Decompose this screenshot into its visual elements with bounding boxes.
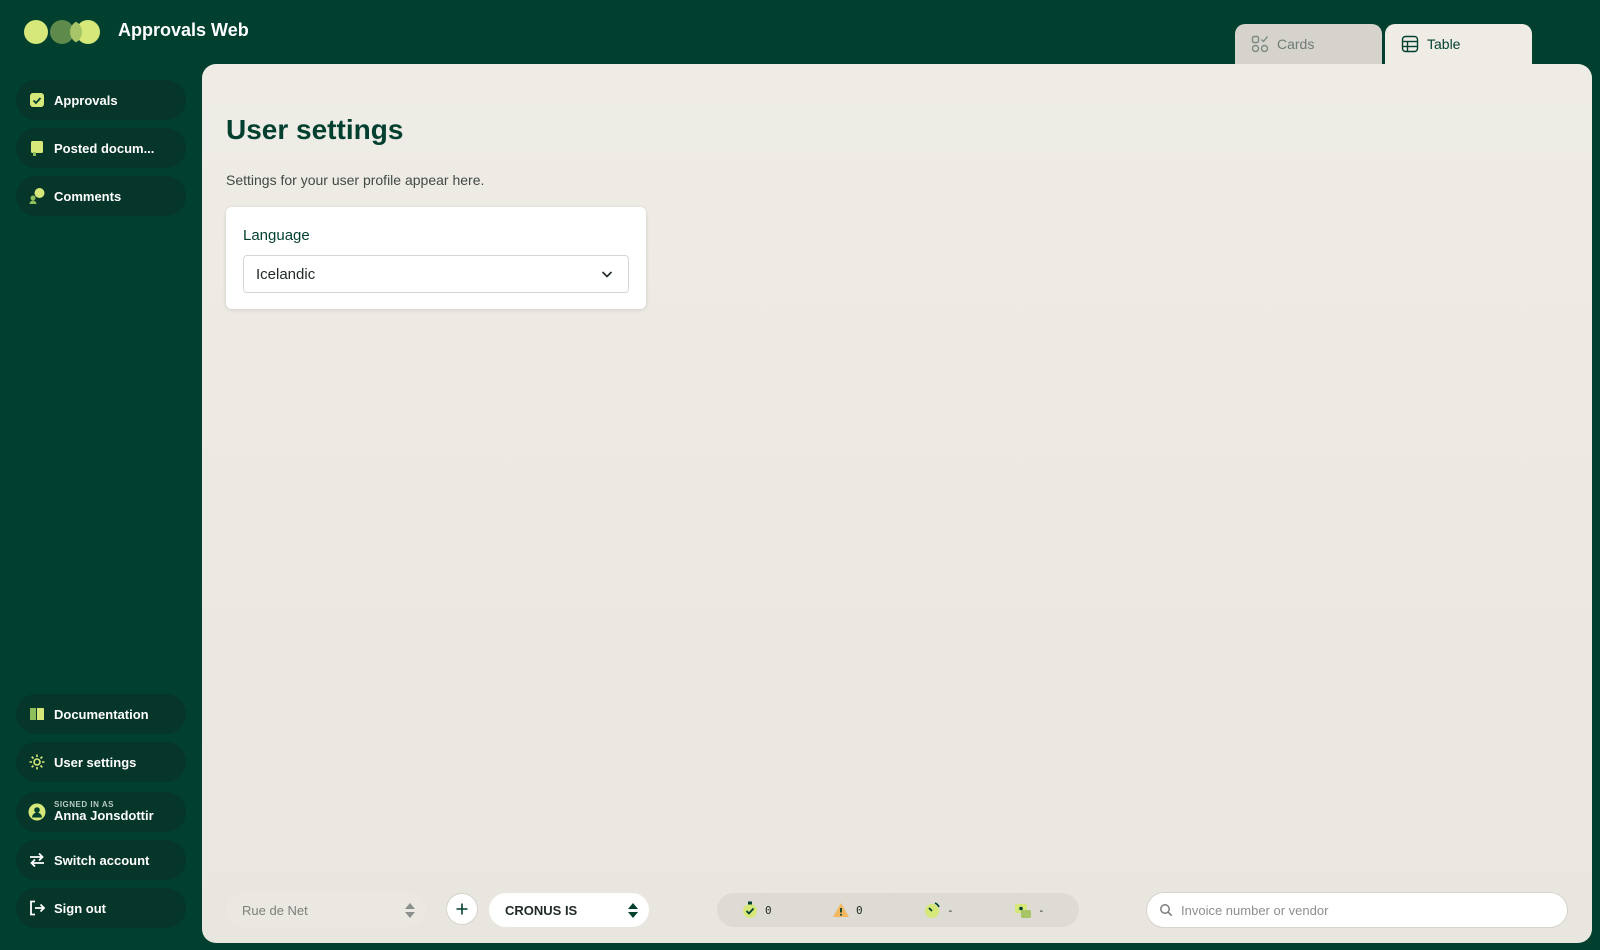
language-label: Language	[243, 227, 310, 244]
comments-icon	[28, 187, 46, 205]
warning-icon	[833, 903, 849, 917]
page-subtitle: Settings for your user profile appear he…	[226, 172, 485, 188]
sidebar-item-sign-out[interactable]: Sign out	[16, 888, 186, 928]
page-title: User settings	[226, 114, 404, 145]
sidebar-item-label: Switch account	[54, 852, 150, 868]
gear-icon	[28, 753, 46, 771]
clock-icon	[925, 902, 940, 918]
company-select-value: CRONUS IS	[505, 902, 578, 918]
sidebar-item-label: Comments	[54, 188, 122, 204]
tab-cards-label: Cards	[1277, 36, 1315, 52]
sidebar-item-user-settings[interactable]: User settings	[16, 742, 186, 782]
signed-in-name: Anna Jonsdottir	[54, 808, 154, 824]
language-selected-value: Icelandic	[256, 265, 316, 283]
add-button[interactable]	[446, 893, 478, 925]
status-warning[interactable]: 0	[832, 901, 863, 919]
user-avatar-icon	[28, 803, 46, 821]
tab-table[interactable]: Table	[1385, 24, 1532, 64]
switch-arrows-icon	[28, 851, 46, 869]
up-down-arrows-icon	[405, 903, 415, 918]
status-approved[interactable]: 0	[741, 901, 772, 919]
sidebar-item-label: Posted docum...	[54, 140, 155, 156]
view-toggle: Cards Table	[1235, 24, 1532, 64]
sidebar-item-label: Approvals	[54, 92, 118, 108]
sidebar-item-approvals[interactable]: Approvals	[16, 80, 186, 120]
app-logo	[24, 18, 104, 46]
signed-in-box: SIGNED IN AS Anna Jonsdottir	[54, 800, 154, 824]
language-settings-card: Language Icelandic	[226, 207, 646, 309]
table-icon	[1401, 35, 1419, 53]
signed-in-user[interactable]: SIGNED IN AS Anna Jonsdottir	[16, 792, 186, 832]
cards-icon	[1251, 35, 1269, 53]
approval-check-icon	[28, 91, 46, 109]
main-panel: User settings Settings for your user pro…	[202, 64, 1592, 943]
sidebar-item-label: Sign out	[54, 900, 106, 916]
sidebar-item-switch-account[interactable]: Switch account	[16, 840, 186, 880]
sidebar-item-label: Documentation	[54, 706, 149, 722]
tab-cards[interactable]: Cards	[1235, 24, 1382, 64]
language-select[interactable]: Icelandic	[243, 255, 629, 293]
vendor-select[interactable]: Rue de Net	[226, 893, 426, 927]
sidebar-item-posted-documents[interactable]: Posted docum...	[16, 128, 186, 168]
search-icon	[1160, 904, 1173, 917]
status-approved-count: 0	[765, 903, 772, 917]
sidebar-item-documentation[interactable]: Documentation	[16, 694, 186, 734]
money-icon	[1015, 904, 1031, 918]
sign-out-icon	[28, 899, 46, 917]
sidebar-item-label: User settings	[54, 754, 137, 770]
status-summary: 0 0 - -	[717, 893, 1079, 927]
search-input[interactable]	[1181, 902, 1551, 918]
approved-icon	[743, 901, 757, 918]
document-icon	[28, 139, 46, 157]
status-warning-count: 0	[856, 903, 863, 917]
app-title: Approvals Web	[118, 20, 249, 40]
status-amount-value: -	[1038, 903, 1045, 917]
sidebar-item-comments[interactable]: Comments	[16, 176, 186, 216]
book-icon	[28, 705, 46, 723]
plus-icon	[456, 903, 468, 915]
tab-table-label: Table	[1427, 36, 1461, 52]
status-pending[interactable]: -	[923, 901, 954, 919]
up-down-arrows-icon	[628, 903, 638, 918]
status-amount[interactable]: -	[1014, 901, 1045, 919]
status-pending-count: -	[947, 903, 954, 917]
search-box	[1146, 892, 1568, 928]
vendor-select-value: Rue de Net	[242, 902, 308, 918]
chevron-down-icon	[601, 271, 613, 278]
company-select[interactable]: CRONUS IS	[489, 893, 649, 927]
bottom-toolbar: Rue de Net CRONUS IS 0 0 - - Invoice num…	[202, 877, 1592, 943]
